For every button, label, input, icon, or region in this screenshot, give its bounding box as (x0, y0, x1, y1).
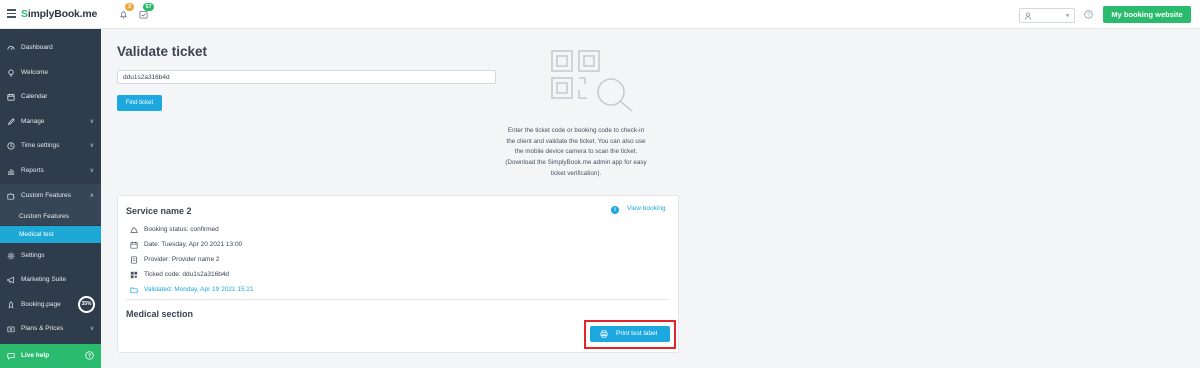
sidebar-item-settings[interactable]: Settings (0, 244, 101, 268)
sidebar-item-reports[interactable]: Reports ∨ (0, 159, 101, 183)
live-help-button[interactable]: Live help ? (0, 344, 101, 368)
find-ticket-button[interactable]: Find ticket (117, 95, 162, 111)
sidebar-item-calendar[interactable]: Calendar (0, 85, 101, 109)
printer-icon (600, 330, 608, 338)
print-test-label-button[interactable]: Print test label (590, 326, 670, 342)
chevron-down-icon: ▼ (1065, 13, 1070, 19)
puzzle-icon (7, 193, 15, 200)
medical-section-title: Medical section (126, 309, 194, 319)
tasks-count-badge: 57 (143, 3, 154, 11)
ticket-hint-text: Enter the ticket code or booking code to… (505, 127, 647, 177)
wallet-icon (7, 326, 15, 333)
logo[interactable]: SimplyBook.me (21, 8, 97, 20)
my-booking-website-button[interactable]: My booking website (1103, 6, 1191, 23)
dashboard-icon (7, 46, 15, 50)
service-title: Service name 2 (126, 206, 192, 216)
info-icon: i (611, 206, 619, 214)
svg-text:?: ? (1087, 12, 1090, 18)
qr-code-icon (130, 271, 138, 279)
chevron-down-icon: ∨ (89, 326, 94, 332)
folder-icon (130, 287, 138, 294)
notification-count-badge: 3 (125, 3, 134, 11)
top-bar: SimplyBook.me 3 57 ▼ ? My booking websit… (0, 0, 1200, 29)
pencil-icon (7, 118, 15, 126)
sidebar-subitem-medical-test[interactable]: Medical test (0, 226, 101, 243)
user-icon (1024, 12, 1032, 20)
megaphone-icon (7, 276, 14, 284)
chevron-down-icon: ∨ (89, 119, 94, 125)
chevron-down-icon: ∨ (89, 168, 94, 174)
sidebar-item-custom-features[interactable]: Custom Features ∧ (0, 184, 101, 208)
ticket-code-input[interactable] (117, 70, 496, 84)
sidebar-item-welcome[interactable]: Welcome (0, 61, 101, 85)
rocket-icon (8, 301, 14, 309)
sidebar-item-manage[interactable]: Manage ∨ (0, 110, 101, 134)
chat-icon (7, 353, 15, 360)
user-menu-dropdown[interactable]: ▼ (1019, 8, 1075, 23)
cloud-icon (130, 227, 138, 233)
sidebar-item-dashboard[interactable]: Dashboard (0, 36, 101, 60)
calendar-icon (130, 241, 138, 249)
chart-icon (7, 169, 15, 175)
qr-scan-illustration-icon (551, 50, 633, 112)
card-divider (126, 299, 669, 300)
sidebar-subitem-custom-features[interactable]: Custom Features (0, 208, 101, 225)
svg-text:?: ? (88, 353, 91, 359)
id-card-icon (131, 256, 137, 264)
booking-page-progress-ring: 35% (78, 296, 95, 313)
chevron-up-icon: ∧ (89, 193, 94, 199)
gear-icon (7, 252, 15, 260)
calendar-icon (7, 93, 15, 101)
lightbulb-icon (8, 69, 14, 77)
tasks-icon[interactable] (139, 10, 148, 19)
menu-icon[interactable] (7, 9, 16, 18)
help-circle-icon: ? (85, 351, 94, 360)
page-title: Validate ticket (117, 44, 208, 59)
chevron-down-icon: ∨ (89, 143, 94, 149)
help-icon[interactable]: ? (1084, 10, 1093, 19)
sidebar-item-plans-prices[interactable]: Plans & Prices ∨ (0, 317, 101, 341)
bell-icon[interactable] (119, 10, 128, 19)
clock-icon (7, 142, 15, 150)
sidebar-item-time-settings[interactable]: Time settings ∨ (0, 134, 101, 158)
sidebar-item-marketing-suite[interactable]: Marketing Suite (0, 268, 101, 292)
